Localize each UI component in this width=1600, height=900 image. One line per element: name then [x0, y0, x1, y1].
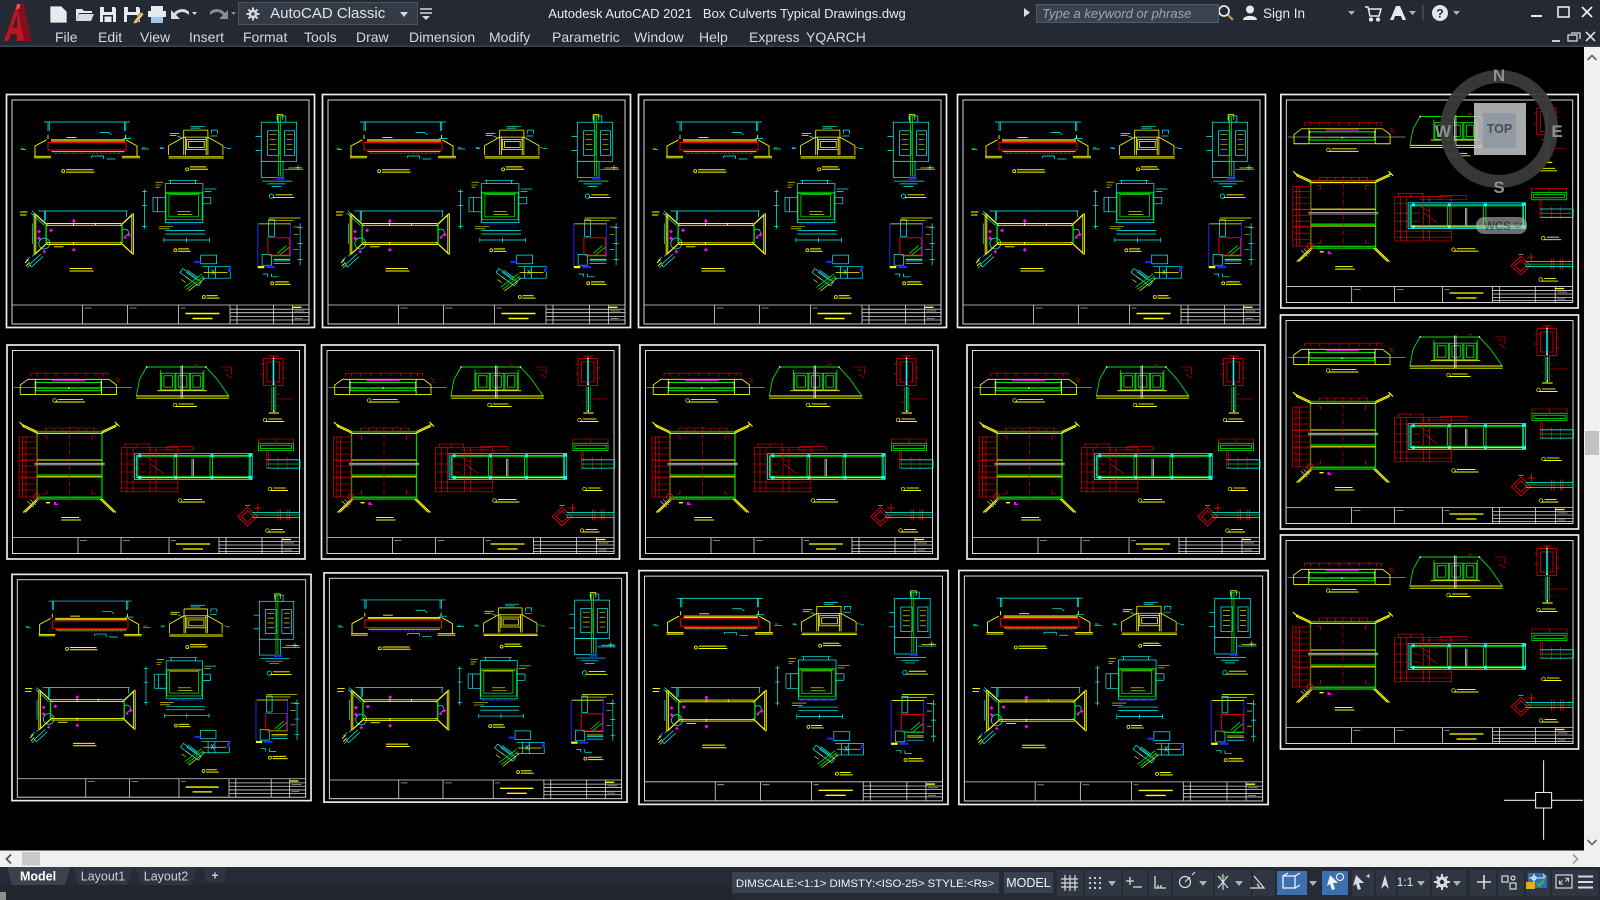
svg-text:N: N [1493, 66, 1505, 85]
svg-text:TOP: TOP [1487, 122, 1512, 136]
svg-text:Layout1: Layout1 [81, 870, 126, 884]
svg-text:1:1: 1:1 [1397, 875, 1414, 889]
svg-text:MODEL: MODEL [1006, 876, 1051, 890]
svg-text:Layout2: Layout2 [144, 870, 189, 884]
svg-text:E: E [1551, 122, 1562, 141]
svg-text:?: ? [1436, 7, 1443, 21]
svg-text:DIMSCALE:<1:1> DIMSTY:<ISO-25>: DIMSCALE:<1:1> DIMSTY:<ISO-25> STYLE:<Rs… [736, 878, 995, 890]
svg-text:+: + [211, 869, 218, 883]
svg-text:WCS: WCS [1484, 221, 1511, 233]
svg-text:S: S [1493, 178, 1504, 197]
svg-text:Model: Model [20, 870, 56, 884]
svg-text:W: W [1435, 122, 1452, 141]
